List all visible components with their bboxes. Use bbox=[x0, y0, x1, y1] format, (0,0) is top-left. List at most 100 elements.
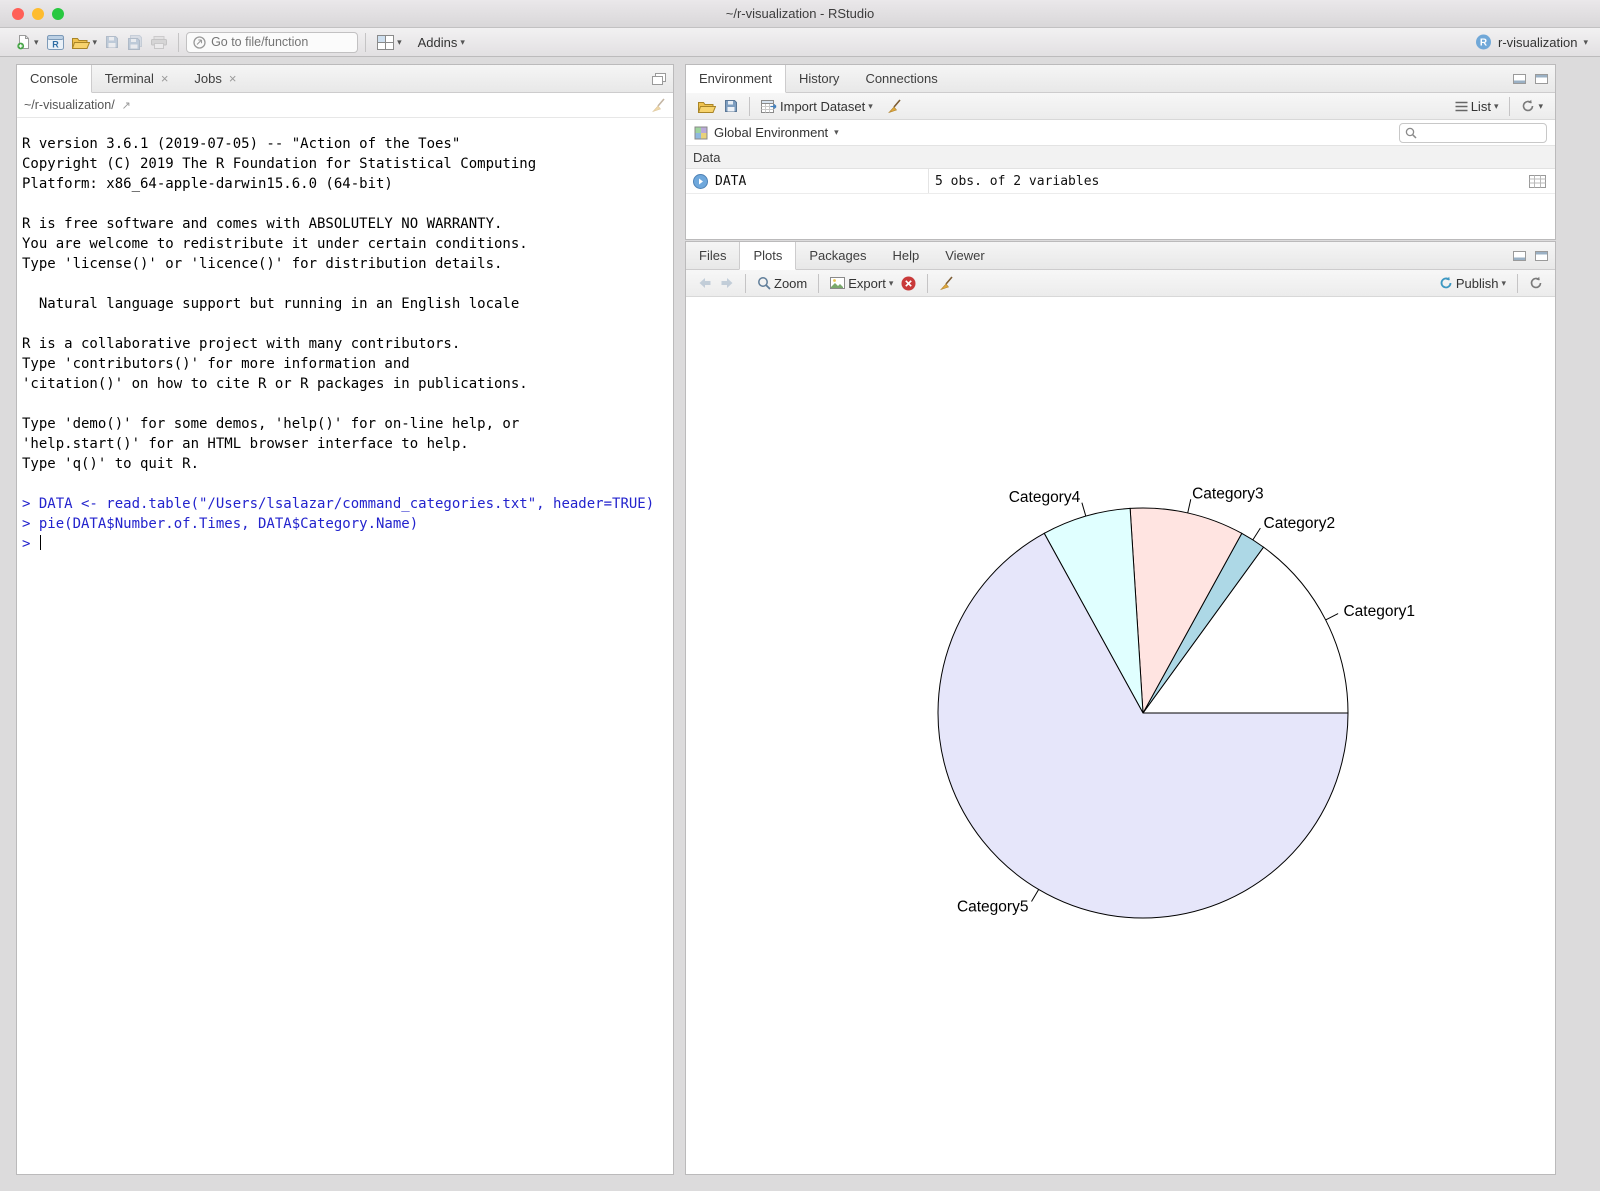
global-environment-label[interactable]: Global Environment bbox=[714, 125, 828, 140]
plots-tabbar: Files Plots Packages Help Viewer bbox=[686, 242, 1555, 270]
tab-label: Terminal bbox=[105, 71, 154, 86]
minimize-window-button[interactable] bbox=[32, 8, 44, 20]
open-in-new-window-icon[interactable]: ↗ bbox=[122, 99, 131, 112]
console-line: Copyright (C) 2019 The R Foundation for … bbox=[22, 154, 673, 174]
goto-file-input[interactable] bbox=[211, 35, 351, 49]
tab-help[interactable]: Help bbox=[879, 242, 932, 269]
console-line bbox=[22, 474, 673, 494]
tab-files[interactable]: Files bbox=[686, 242, 739, 269]
save-button[interactable] bbox=[101, 33, 123, 51]
object-summary: 5 obs. of 2 variables bbox=[929, 174, 1529, 189]
chevron-down-icon: ▾ bbox=[889, 279, 894, 288]
open-file-button[interactable]: ▾ bbox=[68, 34, 102, 51]
pie-label-tick bbox=[1032, 889, 1039, 901]
tab-jobs[interactable]: Jobs × bbox=[181, 65, 249, 92]
minimize-pane-icon[interactable] bbox=[1513, 74, 1526, 84]
environment-section-header: Data bbox=[686, 146, 1555, 169]
publish-plot-button[interactable]: Publish ▾ bbox=[1435, 274, 1510, 293]
refresh-plots-button[interactable] bbox=[1525, 274, 1547, 292]
tab-connections[interactable]: Connections bbox=[852, 65, 950, 92]
svg-text:R: R bbox=[1480, 38, 1488, 49]
pie-chart: Category1Category2Category3Category4Cate… bbox=[686, 297, 1555, 1174]
console-line: > pie(DATA$Number.of.Times, DATA$Categor… bbox=[22, 514, 673, 534]
console-output[interactable]: R version 3.6.1 (2019-07-05) -- "Action … bbox=[17, 118, 673, 1174]
new-file-icon bbox=[16, 34, 31, 50]
main-toolbar: ▾ R ▾ ▾ Add bbox=[0, 28, 1600, 57]
clear-console-icon[interactable] bbox=[651, 98, 666, 113]
section-label: Data bbox=[693, 150, 720, 165]
close-icon[interactable]: × bbox=[229, 71, 237, 86]
view-data-grid-icon[interactable] bbox=[1529, 175, 1546, 188]
chevron-down-icon: ▾ bbox=[1494, 102, 1499, 111]
printer-icon bbox=[151, 36, 167, 49]
project-selector[interactable]: R r-visualization ▾ bbox=[1475, 34, 1588, 50]
close-window-button[interactable] bbox=[12, 8, 24, 20]
tab-environment[interactable]: Environment bbox=[686, 65, 786, 93]
back-arrow-icon bbox=[698, 277, 712, 289]
export-plot-button[interactable]: Export ▾ bbox=[826, 274, 897, 293]
chevron-down-icon: ▾ bbox=[460, 38, 465, 47]
minimize-pane-icon[interactable] bbox=[1513, 251, 1526, 261]
pie-label-tick bbox=[1082, 503, 1086, 516]
chevron-down-icon: ▾ bbox=[1501, 279, 1506, 288]
global-environment-icon bbox=[694, 126, 708, 140]
import-dataset-button[interactable]: Import Dataset ▾ bbox=[757, 97, 877, 116]
tab-plots[interactable]: Plots bbox=[739, 242, 796, 270]
toolbar-divider bbox=[1517, 274, 1518, 293]
zoom-window-button[interactable] bbox=[52, 8, 64, 20]
pie-label: Category4 bbox=[1009, 489, 1081, 506]
pie-label-tick bbox=[1188, 499, 1191, 513]
goto-file-box[interactable] bbox=[186, 32, 358, 53]
tab-label: Viewer bbox=[945, 248, 985, 263]
save-all-button[interactable] bbox=[123, 33, 147, 52]
console-line: Type 'contributors()' for more informati… bbox=[22, 354, 673, 374]
new-file-button[interactable]: ▾ bbox=[12, 32, 43, 52]
magnifier-icon bbox=[757, 276, 771, 290]
toolbar-divider bbox=[745, 274, 746, 293]
tab-console[interactable]: Console bbox=[17, 65, 92, 93]
maximize-pane-icon[interactable] bbox=[1535, 74, 1548, 84]
plots-toolbar: Zoom Export ▾ Publish ▾ bbox=[686, 270, 1555, 297]
addins-button[interactable]: Addins ▾ bbox=[414, 33, 469, 52]
next-plot-button[interactable] bbox=[716, 275, 738, 291]
broom-icon bbox=[887, 99, 902, 114]
clear-all-plots-button[interactable] bbox=[935, 274, 958, 293]
load-workspace-button[interactable] bbox=[694, 98, 720, 115]
toolbar-divider bbox=[365, 33, 366, 52]
maximize-pane-icon[interactable] bbox=[652, 73, 666, 85]
tab-history[interactable]: History bbox=[786, 65, 852, 92]
search-icon bbox=[1405, 127, 1417, 139]
environment-search-box[interactable] bbox=[1399, 123, 1547, 143]
save-icon bbox=[105, 35, 119, 49]
pane-layout-button[interactable]: ▾ bbox=[373, 33, 406, 52]
refresh-environment-button[interactable]: ▾ bbox=[1517, 97, 1547, 115]
print-button[interactable] bbox=[147, 34, 171, 51]
zoom-plot-button[interactable]: Zoom bbox=[753, 274, 811, 293]
tab-terminal[interactable]: Terminal × bbox=[92, 65, 182, 92]
clear-environment-button[interactable] bbox=[883, 97, 906, 116]
tab-viewer[interactable]: Viewer bbox=[932, 242, 998, 269]
new-project-button[interactable]: R bbox=[43, 33, 68, 52]
close-icon[interactable]: × bbox=[161, 71, 169, 86]
toolbar-divider bbox=[749, 97, 750, 116]
list-view-button[interactable]: List ▾ bbox=[1451, 97, 1503, 116]
maximize-pane-icon[interactable] bbox=[1535, 251, 1548, 261]
console-line bbox=[22, 314, 673, 334]
console-line: You are welcome to redistribute it under… bbox=[22, 234, 673, 254]
remove-plot-button[interactable] bbox=[897, 274, 920, 293]
console-line bbox=[22, 194, 673, 214]
environment-search-input[interactable] bbox=[1421, 126, 1541, 140]
console-header: ~/r-visualization/ ↗ bbox=[17, 93, 673, 118]
pie-label: Category2 bbox=[1264, 515, 1336, 532]
console-line: R is free software and comes with ABSOLU… bbox=[22, 214, 673, 234]
save-workspace-button[interactable] bbox=[720, 97, 742, 115]
environment-object-row[interactable]: DATA 5 obs. of 2 variables bbox=[686, 169, 1555, 194]
tab-packages[interactable]: Packages bbox=[796, 242, 879, 269]
previous-plot-button[interactable] bbox=[694, 275, 716, 291]
zoom-label: Zoom bbox=[774, 276, 807, 291]
expand-object-icon[interactable] bbox=[693, 174, 708, 189]
r-project-icon: R bbox=[1475, 34, 1492, 50]
console-line: > DATA <- read.table("/Users/lsalazar/co… bbox=[22, 494, 673, 514]
tab-label: Files bbox=[699, 248, 726, 263]
tab-label: Environment bbox=[699, 71, 772, 86]
